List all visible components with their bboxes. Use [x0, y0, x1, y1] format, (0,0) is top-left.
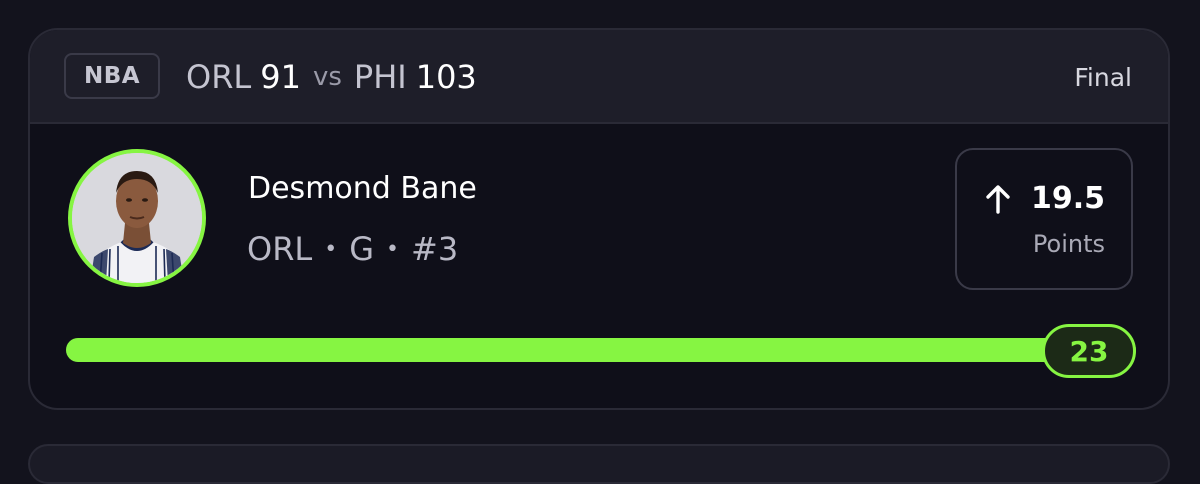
- away-team: ORL: [186, 58, 252, 96]
- next-pick-card[interactable]: [28, 444, 1170, 484]
- arrow-up-icon: [986, 184, 1010, 214]
- pick-card[interactable]: NBA ORL 91 vs PHI 103 Final Desmond Bane…: [28, 28, 1170, 410]
- progress-fill: [66, 338, 1136, 362]
- player-name: Desmond Bane: [248, 171, 477, 206]
- away-score: 91: [260, 58, 301, 96]
- progress-bar: [66, 338, 1136, 362]
- player-team: ORL: [247, 230, 313, 268]
- meta-separator: •: [324, 236, 338, 262]
- player-position: G: [349, 230, 375, 268]
- home-score: 103: [415, 58, 477, 96]
- projection-stat: Points: [1032, 230, 1105, 258]
- projection-box[interactable]: 19.5 Points: [955, 148, 1133, 290]
- player-headshot-icon: [72, 153, 202, 283]
- projection-line: 19.5: [1030, 181, 1105, 216]
- game-status: Final: [1074, 62, 1132, 92]
- player-number: #3: [411, 230, 459, 268]
- game-header: NBA ORL 91 vs PHI 103 Final: [30, 30, 1168, 124]
- meta-separator: •: [386, 236, 400, 262]
- actual-result-badge: 23: [1042, 324, 1136, 378]
- player-avatar[interactable]: [68, 149, 206, 287]
- player-meta: ORL • G • #3: [247, 230, 458, 268]
- projection-line-row: 19.5: [985, 181, 1105, 216]
- home-team: PHI: [353, 58, 407, 96]
- vs-label: vs: [312, 62, 342, 92]
- league-badge: NBA: [64, 53, 160, 99]
- matchup: ORL 91 vs PHI 103: [186, 30, 477, 124]
